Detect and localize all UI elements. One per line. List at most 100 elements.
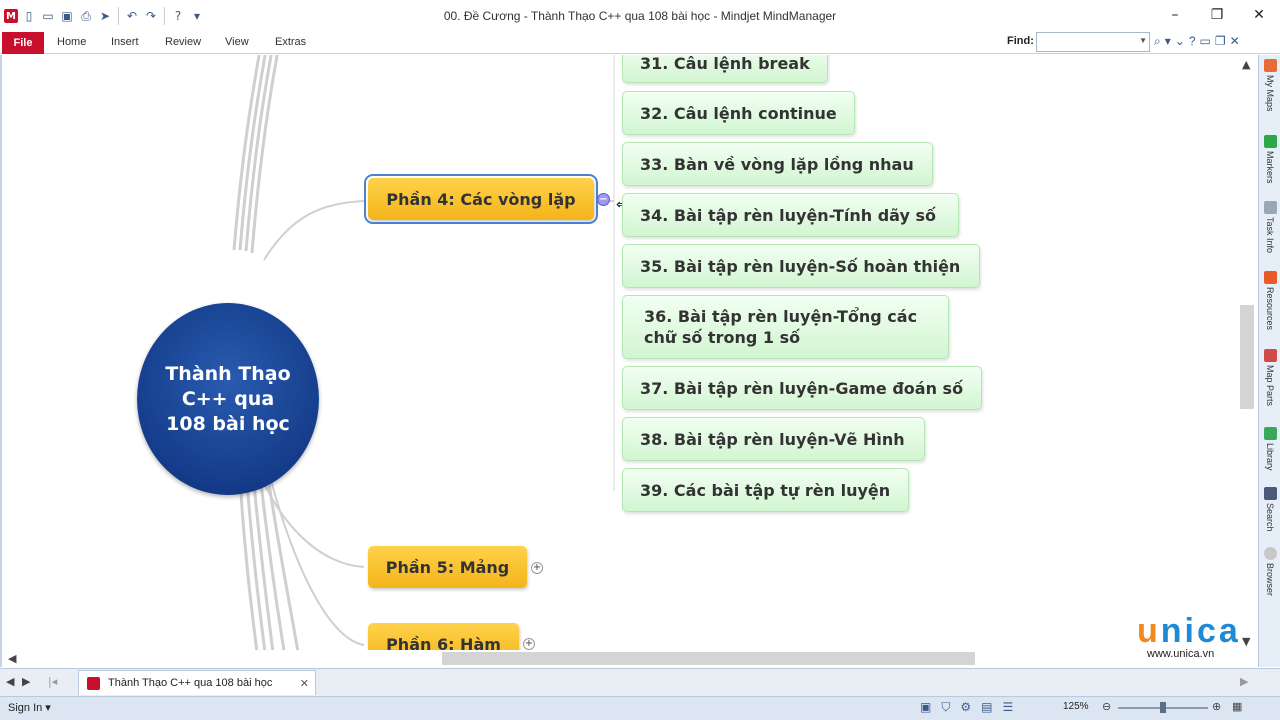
subtopic-33[interactable]: 33. Bàn về vòng lặp lồng nhau — [622, 142, 933, 186]
central-topic[interactable]: Thành Thạo C++ qua 108 bài học — [137, 303, 319, 495]
layout-icon[interactable]: ⚙ — [960, 700, 971, 715]
tab-scroll-right-icon[interactable]: ▶ — [22, 675, 30, 688]
tab-resources[interactable]: Resources — [1260, 271, 1280, 330]
close-tab-icon[interactable]: ✕ — [300, 677, 309, 690]
sign-in-button[interactable]: Sign In ▾ — [8, 701, 51, 714]
tab-list-icon[interactable]: |◂ — [48, 675, 57, 688]
status-icons: ▣ ⛉ ⚙ ▤ ☰ — [920, 700, 1013, 715]
doc-minimize-icon[interactable]: ▭ — [1200, 34, 1211, 49]
tab-markers[interactable]: Markers — [1260, 135, 1280, 184]
binoculars-icon[interactable]: ⌕ — [1154, 34, 1161, 49]
scroll-down-icon[interactable]: ▼ — [1242, 635, 1250, 648]
subtopic-37[interactable]: 37. Bài tập rèn luyện-Game đoán số — [622, 366, 982, 410]
subtopic-label: 37. Bài tập rèn luyện-Game đoán số — [640, 378, 964, 398]
tab-home[interactable]: Home — [57, 36, 86, 48]
fit-map-icon[interactable]: ▣ — [920, 700, 931, 715]
subtopic-label: 39. Các bài tập tự rèn luyện — [640, 480, 891, 500]
browser-icon — [1263, 547, 1277, 560]
subtopic-label: 33. Bàn về vòng lặp lồng nhau — [640, 154, 914, 174]
subtopic-34[interactable]: 34. Bài tập rèn luyện-Tính dãy số — [622, 193, 959, 237]
chevron-down-icon[interactable]: ▼ — [1139, 36, 1147, 45]
close-button[interactable]: ✕ — [1238, 0, 1280, 30]
ribbon-right-icons: ⌕ ▾ ⌄ ? ▭ ❐ ✕ — [1154, 34, 1240, 49]
help-icon[interactable]: ? — [170, 8, 186, 24]
tab-browser[interactable]: Browser — [1260, 547, 1280, 596]
map-canvas[interactable]: Thành Thạo C++ qua 108 bài học Phần 4: C… — [0, 55, 1258, 667]
scroll-left-icon[interactable]: ◀ — [8, 652, 16, 665]
zoom-slider-knob[interactable] — [1160, 702, 1166, 713]
expand-icon[interactable]: + — [531, 562, 543, 574]
find-input[interactable]: ▼ — [1036, 32, 1150, 52]
tab-library[interactable]: Library — [1260, 427, 1280, 471]
subtopic-32[interactable]: 32. Câu lệnh continue — [622, 91, 855, 135]
tab-search[interactable]: Search — [1260, 487, 1280, 532]
send-icon[interactable]: ➤ — [97, 8, 113, 24]
chevron-down-icon[interactable]: ▾ — [1165, 34, 1171, 49]
app-icon[interactable]: M — [4, 9, 18, 23]
subtopic-38[interactable]: 38. Bài tập rèn luyện-Vẽ Hình — [622, 417, 925, 461]
save-icon[interactable]: ▣ — [59, 8, 75, 24]
find-label: Find: — [1007, 35, 1034, 47]
task-pane-tabs: My Maps Markers Task Info Resources Map … — [1258, 55, 1280, 667]
tab-label: Search — [1265, 503, 1275, 532]
help-circle-icon[interactable]: ? — [1189, 34, 1196, 49]
tab-review[interactable]: Review — [165, 36, 201, 48]
tab-label: Markers — [1265, 151, 1275, 184]
topic-part-4[interactable]: Phần 4: Các vòng lặp — [364, 174, 598, 224]
tab-extras[interactable]: Extras — [275, 36, 306, 48]
redo-icon[interactable]: ↷ — [143, 8, 159, 24]
tab-label: Resources — [1265, 287, 1275, 331]
new-document-icon[interactable]: ▯ — [21, 8, 37, 24]
tab-insert[interactable]: Insert — [111, 36, 139, 48]
print-icon[interactable]: ⎙ — [78, 8, 94, 24]
subtopic-36[interactable]: 36. Bài tập rèn luyện-Tổng các chữ số tr… — [622, 295, 949, 359]
tab-label: Browser — [1265, 563, 1275, 597]
vertical-scroll-thumb[interactable] — [1240, 305, 1254, 409]
doc-close-icon[interactable]: ✕ — [1230, 34, 1240, 49]
scroll-up-icon[interactable]: ▲ — [1242, 58, 1250, 71]
topic-label: Phần 4: Các vòng lặp — [386, 189, 576, 209]
subtopic-39[interactable]: 39. Các bài tập tự rèn luyện — [622, 468, 909, 512]
tab-task-info[interactable]: Task Info — [1260, 201, 1280, 253]
tab-view[interactable]: View — [225, 36, 249, 48]
fit-window-icon[interactable]: ▦ — [1232, 700, 1242, 713]
filter-icon[interactable]: ⛉ — [941, 700, 950, 715]
horizontal-scrollbar[interactable]: ◀ — [2, 650, 1238, 668]
ribbon: File Home Insert Review View Extras Find… — [0, 32, 1280, 54]
subtopic-35[interactable]: 35. Bài tập rèn luyện-Số hoàn thiện — [622, 244, 980, 288]
search-icon — [1263, 487, 1277, 500]
open-folder-icon[interactable]: ▭ — [40, 8, 56, 24]
topic-part-5[interactable]: Phần 5: Mảng — [368, 546, 527, 588]
minimize-button[interactable]: – — [1154, 0, 1196, 30]
collapse-icon[interactable]: − — [597, 193, 610, 206]
minimize-ribbon-icon[interactable]: ⌄ — [1175, 34, 1185, 49]
doc-restore-icon[interactable]: ❐ — [1215, 34, 1226, 49]
zoom-out-icon[interactable]: ⊖ — [1102, 700, 1111, 713]
subtopic-label: 38. Bài tập rèn luyện-Vẽ Hình — [640, 429, 905, 449]
quick-access-toolbar: M ▯ ▭ ▣ ⎙ ➤ ↶ ↷ ? ▾ — [0, 0, 205, 32]
tab-label: My Maps — [1265, 75, 1275, 112]
title-bar: M ▯ ▭ ▣ ⎙ ➤ ↶ ↷ ? ▾ 00. Đề Cương - Thành… — [0, 0, 1280, 32]
tab-map-parts[interactable]: Map Parts — [1260, 349, 1280, 406]
restore-button[interactable]: ❐ — [1196, 0, 1238, 30]
zoom-in-icon[interactable]: ⊕ — [1212, 700, 1221, 713]
file-tab[interactable]: File — [2, 32, 44, 54]
document-tab-label: Thành Thạo C++ qua 108 bài học — [108, 677, 273, 689]
tab-my-maps[interactable]: My Maps — [1260, 59, 1280, 112]
task-info-icon — [1263, 201, 1277, 214]
central-topic-label: Thành Thạo C++ qua 108 bài học — [165, 362, 291, 435]
undo-icon[interactable]: ↶ — [124, 8, 140, 24]
tab-scroll-end-icon[interactable]: ▶ — [1240, 675, 1248, 688]
expand-icon[interactable]: + — [523, 638, 535, 650]
toolbar-separator — [164, 7, 165, 25]
zoom-level: 125% — [1063, 701, 1089, 712]
vertical-scrollbar[interactable]: ▲ ▼ — [1238, 55, 1258, 651]
horizontal-scroll-thumb[interactable] — [442, 652, 975, 665]
map-view-icon[interactable]: ▤ — [981, 700, 992, 715]
customize-toolbar-icon[interactable]: ▾ — [189, 8, 205, 24]
outline-view-icon[interactable]: ☰ — [1002, 700, 1013, 715]
document-tab-bar: ◀ ▶ |◂ Thành Thạo C++ qua 108 bài học ✕ … — [0, 668, 1280, 696]
tab-scroll-left-icon[interactable]: ◀ — [6, 675, 14, 688]
subtopic-31[interactable]: 31. Câu lệnh break — [622, 55, 828, 83]
document-tab[interactable]: Thành Thạo C++ qua 108 bài học ✕ — [78, 670, 316, 695]
